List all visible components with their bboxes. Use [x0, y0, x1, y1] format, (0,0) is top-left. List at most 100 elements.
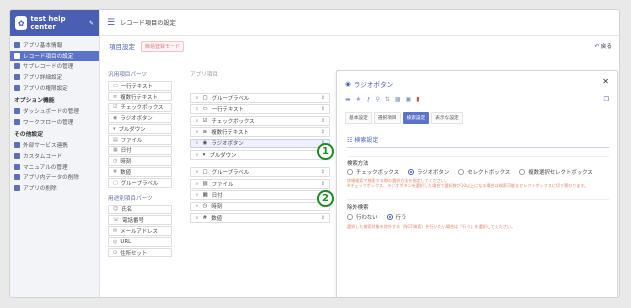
chevron-down-icon: ∨ [195, 214, 199, 221]
sidebar-item-delete-data[interactable]: アプリ内データの削除 [10, 172, 99, 183]
back-button[interactable]: ↶ 戻る [594, 42, 612, 50]
exclude-search-note: 選択した検索対象を除外する（NOT検索）を行いたい場合は「行う」を選択してくださ… [347, 224, 516, 229]
sort-icon[interactable]: ⇕ [321, 169, 325, 175]
item-row[interactable]: ∨ ☑ チェックボックス ⇕ [190, 115, 330, 126]
sidebar-item-delete-app[interactable]: アプリの削除 [10, 183, 99, 194]
sidebar: ✿ test help center ✎ アプリ基本情報 レコード項目の設定 サ… [10, 10, 100, 297]
item-row[interactable]: ∨◷時刻⇕ [190, 201, 330, 212]
item-row[interactable]: ∨ ▤ ファイル ⇕ [190, 178, 330, 189]
divider [347, 156, 609, 157]
copy-icon[interactable]: ❐ [604, 96, 609, 103]
part-textarea[interactable]: ≡ 複数行テキスト [108, 91, 172, 102]
tab-search[interactable]: 検索設定 [402, 112, 430, 124]
item-row[interactable]: ∨ # 数値 ⇕ [190, 212, 330, 223]
sidebar-item-manual[interactable]: マニュアルの管理 [10, 161, 99, 172]
brand-bar[interactable]: ✿ test help center ✎ [10, 10, 99, 36]
grid-icon[interactable]: ▦ [395, 96, 401, 103]
close-icon[interactable]: ✕ [602, 77, 609, 86]
chevron-down-icon: ∨ [195, 129, 199, 136]
part-phone[interactable]: ☏ 電話番号 [108, 215, 172, 225]
star-icon[interactable]: ★ [356, 96, 361, 103]
marker-two: 2 [317, 190, 334, 207]
method-option-multiselect[interactable]: 複数選択セレクトボックス [519, 168, 593, 176]
sidebar-item-record-fields[interactable]: レコード項目の設定 [10, 50, 99, 62]
sidebar-item-dashboard[interactable]: ダッシュボードの管理 [10, 106, 99, 117]
item-row[interactable]: ∨ ▭ 一行テキスト ⇕ [190, 104, 330, 115]
sort-icon[interactable]: ⇕ [321, 129, 325, 135]
pin-icon[interactable]: ✎ [89, 20, 94, 27]
part-file[interactable]: ▤ ファイル [108, 134, 172, 145]
radio-circle-selected [386, 214, 393, 220]
item-row-selected[interactable]: ∨◉ラジオボタン⇕ [190, 138, 330, 149]
sidebar-item-app-info[interactable]: アプリ基本情報 [10, 40, 99, 51]
item-row[interactable]: ∨ ≡ 複数行テキスト ⇕ [190, 127, 330, 137]
chevron-down-icon: ∨ [195, 192, 199, 199]
info-icon [14, 42, 20, 49]
sort-icon[interactable]: ⇕ [321, 95, 325, 101]
exclude-search-label: 除外検索 [347, 205, 369, 211]
field-settings-panel: ◉ ラジオボタン ✕ ▬ ★ ⚷ ⚲ ⇅ ▦ ▣ ▮ ❐ 基本設定 選択項目 検索… [336, 70, 618, 297]
item-row[interactable]: ∨▦日付⇕ [190, 190, 330, 200]
search-icon[interactable]: ⚲ [375, 96, 379, 103]
item-row[interactable]: ∨ ▢ グループラベル ⇕ [190, 167, 330, 178]
part-text[interactable]: ▭ 一行テキスト [108, 81, 172, 91]
part-checkbox[interactable]: ☑ チェックボックス [108, 102, 172, 113]
part-url[interactable]: ◎ URL [108, 236, 172, 247]
trash-icon[interactable]: ▮ [416, 96, 419, 103]
part-name[interactable]: ☺ 氏名 [108, 204, 172, 215]
sidebar-nav: アプリ基本情報 レコード項目の設定 サブレコードの管理 アプリ詳細設定 アプリの… [10, 36, 99, 193]
part-time[interactable]: ◷ 時刻 [108, 156, 172, 167]
table-icon[interactable]: ▣ [406, 96, 412, 103]
search-section-title: ☷ 検索設定 [347, 135, 609, 148]
search-method-label: 検索方法 [347, 161, 369, 167]
exclude-option-yes[interactable]: 行う [386, 213, 406, 221]
chevron-down-icon: ∨ [195, 106, 199, 113]
menu-icon[interactable]: ☰ [107, 18, 115, 28]
exclude-option-no[interactable]: 行わない [347, 213, 378, 221]
method-option-checkbox[interactable]: チェックボックス [347, 168, 399, 176]
app-frame: ✿ test help center ✎ アプリ基本情報 レコード項目の設定 サ… [9, 9, 620, 298]
item-row[interactable]: ∨ ▢ グループラベル ⇕ [190, 93, 330, 103]
page-title: レコード項目の設定 [120, 20, 176, 27]
sort-icon[interactable]: ⇕ [321, 118, 325, 124]
search-method-options: チェックボックス ラジオボタン セレクトボックス 複数選択セレクトボックス [347, 168, 593, 176]
pulldown-icon: ▾ [202, 151, 206, 158]
part-pulldown[interactable]: ▾ プルダウン [108, 124, 172, 134]
sidebar-item-workflow[interactable]: ワークフローの管理 [10, 117, 99, 128]
sidebar-item-app-detail[interactable]: アプリ詳細設定 [10, 72, 99, 83]
part-email[interactable]: ✉ メールアドレス [108, 226, 172, 236]
sort-icon[interactable]: ⇅ [385, 96, 390, 103]
sidebar-item-subrecord[interactable]: サブレコードの管理 [10, 61, 99, 72]
location-icon: ⊙ [113, 249, 118, 256]
app-items-title: アプリ項目 [190, 72, 218, 78]
general-parts-title: 汎用項目パーツ [108, 72, 148, 78]
sort-icon[interactable]: ⇕ [321, 181, 325, 187]
exclude-search-options: 行わない 行う [347, 213, 406, 221]
tab-options[interactable]: 選択項目 [373, 112, 401, 124]
part-number[interactable]: # 数値 [108, 167, 172, 177]
toggle-icon[interactable]: ▬ [345, 96, 351, 103]
dashboard-icon [14, 108, 20, 115]
sidebar-item-custom-code[interactable]: カスタムコード [10, 151, 99, 162]
sort-icon[interactable]: ⇕ [321, 215, 325, 221]
part-address[interactable]: ⊙ 住所セット [108, 247, 172, 258]
workflow-icon [14, 118, 20, 125]
subrecord-icon [14, 63, 20, 70]
item-row[interactable]: ∨▾プルダウン⇕ [190, 149, 330, 160]
sort-icon[interactable]: ⇕ [321, 106, 325, 112]
part-group-label[interactable]: ▢ グループラベル [108, 178, 172, 188]
tab-display[interactable]: 表示な設定 [431, 112, 463, 124]
key-icon[interactable]: ⚷ [366, 96, 370, 103]
method-option-select[interactable]: セレクトボックス [458, 168, 510, 176]
sidebar-item-permissions[interactable]: アプリの権限設定 [10, 82, 99, 93]
method-option-radio[interactable]: ラジオボタン [407, 168, 449, 176]
part-radio[interactable]: ◉ ラジオボタン [108, 113, 172, 123]
part-date[interactable]: ▦ 日付 [108, 145, 172, 156]
chevron-down-icon: ∨ [195, 169, 199, 176]
tab-basic[interactable]: 基本設定 [345, 112, 372, 124]
sidebar-item-external[interactable]: 外部サービス連携 [10, 140, 99, 151]
app-items-list: アプリ項目 ∨ ▢ グループラベル ⇕ ∨ ▭ 一行テキスト ⇕ ∨ ☑ チェックボックス ⇕ ∨… [190, 70, 330, 224]
users-icon [14, 84, 20, 91]
textarea-icon: ≡ [202, 129, 208, 136]
panel-title: ◉ ラジオボタン [345, 80, 394, 89]
